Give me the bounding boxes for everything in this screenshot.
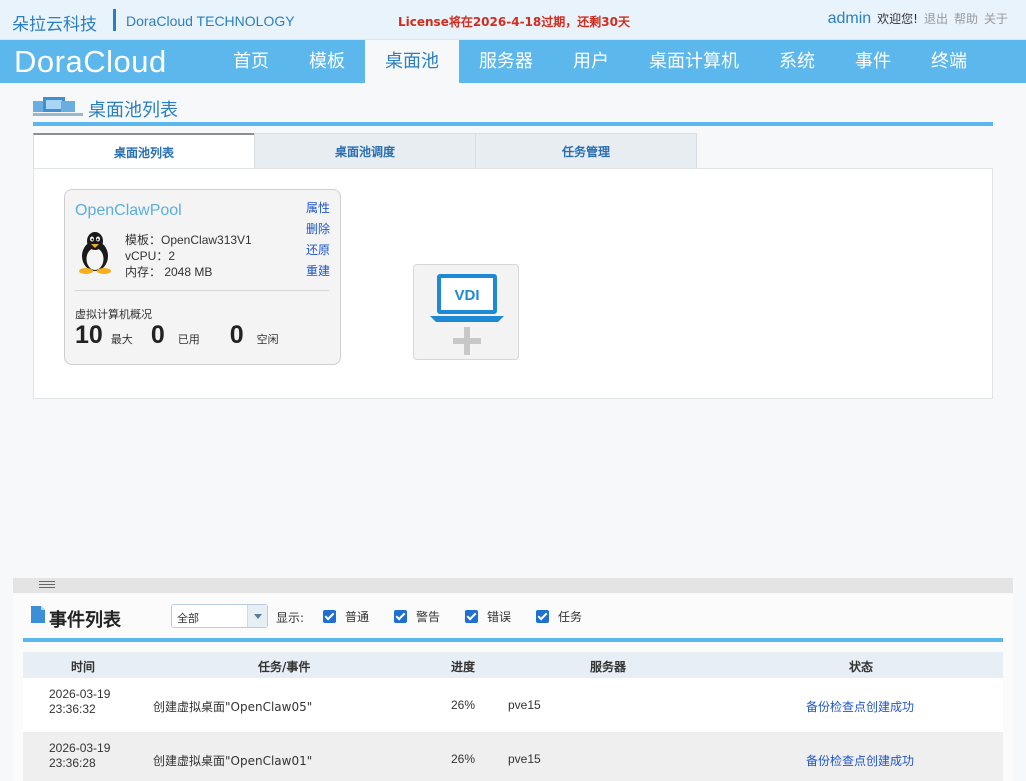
vdi-label: VDI — [454, 287, 479, 304]
doracloud-logo[interactable]: DoraCloud — [14, 44, 167, 80]
col-time[interactable]: 时间 — [71, 658, 95, 675]
add-vdi-laptop-icon: VDI — [430, 274, 504, 355]
event-clock: 23:36:28 — [49, 756, 96, 770]
events-underline — [23, 638, 1003, 642]
checkbox-checked-icon[interactable] — [394, 610, 407, 623]
idle-label: 空闲 — [256, 333, 279, 346]
nav-users[interactable]: 用户 — [560, 40, 622, 83]
filter-warning-label: 警告 — [416, 610, 441, 624]
vcpu-info: vCPU：2 — [125, 249, 176, 263]
rebuild-link[interactable]: 重建 — [306, 263, 330, 280]
license-notice: License将在2026-4-18过期，还剩30天 — [398, 15, 630, 29]
used-label: 已用 — [177, 333, 200, 346]
user-area: admin 欢迎您! 退出 帮助 关于 — [828, 10, 1008, 28]
about-link[interactable]: 关于 — [984, 10, 1008, 27]
event-server: pve15 — [508, 698, 541, 712]
filter-normal-checkbox[interactable]: 普通 — [323, 608, 369, 625]
main-nav: DoraCloud 首页 模板 桌面池 服务器 用户 桌面计算机 系统 事件 终… — [0, 40, 1026, 83]
document-icon — [31, 606, 45, 623]
table-row[interactable]: 2026-03-19 23:36:32 创建虚拟桌面"OpenClaw05" 2… — [23, 678, 1003, 732]
template-info: 模板：OpenClaw313V1 — [125, 233, 252, 247]
event-status[interactable]: 备份检查点创建成功 — [806, 752, 914, 769]
col-server[interactable]: 服务器 — [590, 658, 626, 675]
brand-separator — [113, 9, 116, 31]
title-underline — [33, 122, 993, 126]
table-row[interactable]: 2026-03-19 23:36:28 创建虚拟桌面"OpenClaw01" 2… — [23, 732, 1003, 781]
tab-pool-scheduling[interactable]: 桌面池调度 — [254, 133, 476, 169]
delete-link[interactable]: 删除 — [306, 221, 330, 238]
checkbox-checked-icon[interactable] — [465, 610, 478, 623]
restore-link[interactable]: 还原 — [306, 242, 330, 259]
chevron-down-icon[interactable] — [247, 605, 267, 627]
event-date: 2026-03-19 — [49, 741, 111, 755]
linux-penguin-icon — [79, 232, 111, 274]
brand-chinese-name: 朵拉云科技 — [12, 15, 97, 35]
splitter-grip-icon[interactable] — [39, 581, 55, 590]
events-table-header: 时间 任务/事件 进度 服务器 状态 — [23, 652, 1003, 678]
vm-summary-title: 虚拟计算机概况 — [75, 308, 152, 321]
tab-pool-list[interactable]: 桌面池列表 — [33, 133, 255, 169]
nav-servers[interactable]: 服务器 — [470, 40, 542, 83]
filter-error-checkbox[interactable]: 错误 — [465, 608, 511, 625]
event-time: 2026-03-19 23:36:32 — [49, 687, 110, 717]
event-filter-select[interactable]: 全部 — [171, 604, 268, 628]
nav-desktop-computers[interactable]: 桌面计算机 — [640, 40, 748, 83]
event-clock: 23:36:32 — [49, 702, 96, 716]
memory-info: 内存： 2048 MB — [125, 265, 213, 279]
filter-value: 全部 — [177, 612, 199, 625]
panel-splitter[interactable] — [13, 578, 1013, 593]
nav-desktop-pools[interactable]: 桌面池 — [365, 40, 459, 83]
col-task[interactable]: 任务/事件 — [258, 658, 310, 675]
desktop-pool-icon — [33, 97, 83, 116]
nav-terminals[interactable]: 终端 — [918, 40, 980, 83]
filter-warning-checkbox[interactable]: 警告 — [394, 608, 440, 625]
checkbox-checked-icon[interactable] — [323, 610, 336, 623]
welcome-text: 欢迎您! — [877, 12, 918, 26]
nav-system[interactable]: 系统 — [766, 40, 828, 83]
filter-task-checkbox[interactable]: 任务 — [536, 608, 582, 625]
username[interactable]: admin — [828, 10, 872, 28]
pool-spec: 模板：OpenClaw313V1 vCPU：2 内存： 2048 MB — [125, 232, 252, 280]
col-progress[interactable]: 进度 — [451, 658, 475, 675]
pool-name[interactable]: OpenClawPool — [75, 202, 182, 220]
events-panel: 事件列表 全部 显示: 普通 警告 错误 任务 时间 任务/事件 进度 服务器 … — [13, 594, 1013, 781]
card-divider — [75, 290, 329, 291]
event-status[interactable]: 备份检查点创建成功 — [806, 698, 914, 715]
event-server: pve15 — [508, 752, 541, 766]
filter-error-label: 错误 — [487, 610, 512, 624]
pool-actions: 属性 删除 还原 重建 — [306, 200, 330, 280]
event-time: 2026-03-19 23:36:28 — [49, 741, 110, 771]
logout-link[interactable]: 退出 — [924, 10, 948, 27]
vm-summary: 10 最大 0 已用 0 空闲 — [75, 321, 279, 350]
add-pool-button[interactable]: VDI — [413, 264, 519, 360]
help-link[interactable]: 帮助 — [954, 10, 978, 27]
used-count: 0 — [150, 321, 165, 349]
nav-templates[interactable]: 模板 — [296, 40, 358, 83]
top-header: 朵拉云科技 DoraCloud TECHNOLOGY License将在2026… — [0, 0, 1026, 40]
pool-card[interactable]: OpenClawPool 属性 删除 还原 重建 模板：OpenClaw313V… — [64, 189, 341, 365]
events-title: 事件列表 — [49, 610, 121, 631]
brand-english-name: DoraCloud TECHNOLOGY — [126, 13, 295, 29]
nav-events[interactable]: 事件 — [842, 40, 904, 83]
show-label: 显示: — [276, 611, 305, 625]
event-progress: 26% — [451, 752, 476, 766]
checkbox-checked-icon[interactable] — [536, 610, 549, 623]
event-progress: 26% — [451, 698, 476, 712]
idle-count: 0 — [229, 321, 244, 349]
filter-normal-label: 普通 — [345, 610, 370, 624]
col-status[interactable]: 状态 — [849, 658, 873, 675]
event-task: 创建虚拟桌面"OpenClaw05" — [153, 700, 313, 714]
max-label: 最大 — [110, 333, 133, 346]
max-count: 10 — [75, 321, 103, 349]
page-title: 桌面池列表 — [88, 100, 178, 121]
event-date: 2026-03-19 — [49, 687, 111, 701]
tab-task-management[interactable]: 任务管理 — [475, 133, 697, 169]
nav-home[interactable]: 首页 — [220, 40, 282, 83]
event-task: 创建虚拟桌面"OpenClaw01" — [153, 754, 313, 768]
filter-task-label: 任务 — [558, 610, 583, 624]
properties-link[interactable]: 属性 — [306, 200, 330, 217]
